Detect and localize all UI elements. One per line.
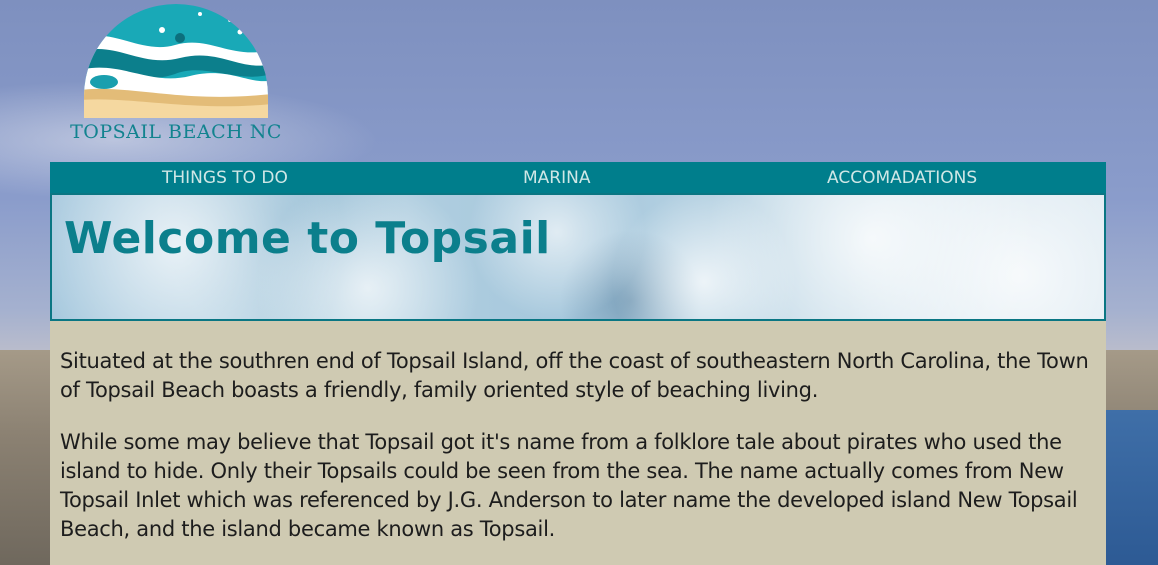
hero-banner: Welcome to Topsail — [50, 193, 1106, 321]
beach-wave-logo-icon — [84, 4, 268, 118]
hero-title: Welcome to Topsail — [64, 213, 551, 264]
main-container: THINGS TO DO MARINA ACCOMADATIONS Welcom… — [50, 162, 1106, 565]
nav-item-things-to-do[interactable]: THINGS TO DO — [162, 168, 288, 188]
history-paragraph: While some may believe that Topsail got … — [60, 430, 1078, 541]
nav-bar: THINGS TO DO MARINA ACCOMADATIONS — [50, 162, 1106, 193]
intro-paragraph: Situated at the southren end of Topsail … — [60, 349, 1089, 402]
site-logo[interactable]: TOPSAIL BEACH NC — [66, 0, 286, 150]
background-water — [1098, 410, 1158, 565]
logo-text: TOPSAIL BEACH NC — [70, 121, 282, 143]
nav-item-accomadations[interactable]: ACCOMADATIONS — [827, 168, 977, 188]
content-section: Situated at the southren end of Topsail … — [50, 321, 1106, 565]
nav-item-marina[interactable]: MARINA — [523, 168, 590, 188]
